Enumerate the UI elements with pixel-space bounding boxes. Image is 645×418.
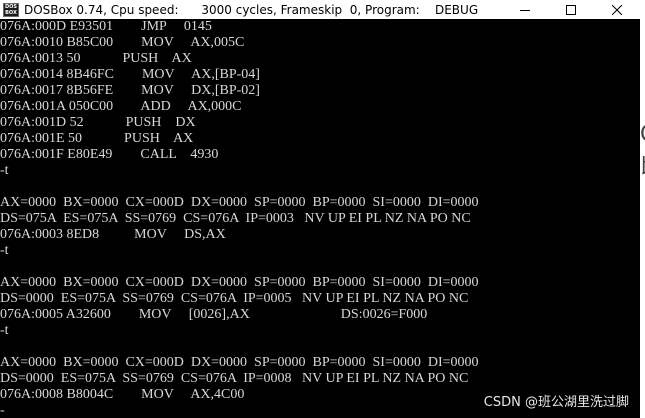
minimize-button[interactable] (502, 0, 548, 19)
close-button[interactable] (594, 0, 640, 19)
terminal-line: AX=0000 BX=0000 CX=000D DX=0000 SP=0000 … (0, 355, 479, 370)
window-title: DOSBox 0.74, Cpu speed: 3000 cycles, Fra… (24, 2, 479, 17)
terminal-line: 076A:0010 B85C00 MOV AX,005C (0, 35, 245, 50)
background-window-fragment: C (640, 124, 645, 146)
terminal-line: -t (0, 243, 9, 258)
terminal-line: 076A:000D E93501 JMP 0145 (0, 19, 212, 34)
title-bar[interactable]: DOS BOX DOSBox 0.74, Cpu speed: 3000 cyc… (0, 0, 640, 19)
terminal-line: 076A:0013 50 PUSH AX (0, 51, 192, 66)
terminal-line: AX=0000 BX=0000 CX=000D DX=0000 SP=0000 … (0, 195, 479, 210)
app-icon-label: DOS BOX (4, 3, 17, 16)
background-window-fragment-2: 比 (640, 156, 645, 178)
terminal-line: -t (0, 163, 9, 178)
terminal-line: 076A:001D 52 PUSH DX (0, 115, 196, 130)
terminal-line: 076A:0003 8ED8 MOV DS,AX (0, 227, 226, 242)
dosbox-window: DOS BOX DOSBox 0.74, Cpu speed: 3000 cyc… (0, 0, 640, 418)
terminal-line: 076A:001E 50 PUSH AX (0, 131, 194, 146)
close-icon (612, 4, 622, 15)
terminal-line: 076A:001F E80E49 CALL 4930 (0, 147, 219, 162)
minimize-icon (520, 9, 530, 11)
terminal-line: 076A:0017 8B56FE MOV DX,[BP-02] (0, 83, 260, 98)
terminal-line: DS=075A ES=075A SS=0769 CS=076A IP=0003 … (0, 211, 471, 226)
maximize-icon (566, 4, 576, 15)
terminal-line: DS=0000 ES=075A SS=0769 CS=076A IP=0005 … (0, 291, 469, 306)
terminal-line: -t (0, 323, 9, 338)
maximize-button[interactable] (548, 0, 594, 19)
terminal-line: 076A:0014 8B46FC MOV AX,[BP-04] (0, 67, 260, 82)
dosbox-app-icon[interactable]: DOS BOX (3, 2, 19, 17)
dos-terminal-screen[interactable]: 076A:000D E93501 JMP 0145 076A:0010 B85C0… (0, 19, 640, 418)
terminal-line: 076A:0005 A32600 MOV [0026],AX DS:0026=F… (0, 307, 428, 322)
csdn-watermark: CSDN @班公湖里洗过脚 (483, 395, 629, 410)
window-controls (502, 0, 640, 19)
terminal-line: DS=0000 ES=075A SS=0769 CS=076A IP=0008 … (0, 371, 469, 386)
terminal-line: 076A:001A 050C00 ADD AX,000C (0, 99, 242, 114)
terminal-line: AX=0000 BX=0000 CX=000D DX=0000 SP=0000 … (0, 275, 479, 290)
